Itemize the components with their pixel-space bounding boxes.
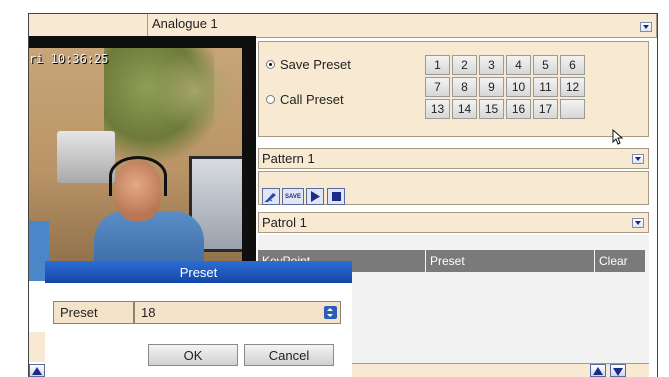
preset-button-3[interactable]: 3 [479, 55, 504, 75]
top-left-strip [29, 14, 147, 36]
preset-button-9[interactable]: 9 [479, 77, 504, 97]
video-frame-top [29, 36, 256, 48]
select-arrows-icon[interactable] [324, 306, 337, 319]
play-icon[interactable] [306, 188, 324, 205]
patrol-select-value: Patrol 1 [262, 215, 307, 230]
save-preset-label: Save Preset [280, 57, 351, 72]
preset-button-10[interactable]: 10 [506, 77, 531, 97]
preset-button-4[interactable]: 4 [506, 55, 531, 75]
stop-icon[interactable] [327, 188, 345, 205]
video-headset [109, 156, 167, 196]
chevron-down-icon[interactable] [632, 218, 644, 228]
preset-button-17[interactable]: 17 [533, 99, 558, 119]
channel-select[interactable]: Analogue 1 [147, 14, 657, 38]
video-frame-right [242, 36, 256, 281]
ok-button[interactable]: OK [148, 344, 238, 366]
move-up-button[interactable] [590, 364, 606, 377]
preset-button-7[interactable]: 7 [425, 77, 450, 97]
preset-button-18[interactable] [560, 99, 585, 119]
camera-video-feed[interactable]: ri 10:36:25 [29, 36, 256, 281]
preset-button-15[interactable]: 15 [479, 99, 504, 119]
call-preset-option[interactable]: Call Preset [266, 92, 344, 107]
preset-button-12[interactable]: 12 [560, 77, 585, 97]
preset-button-2[interactable]: 2 [452, 55, 477, 75]
video-timestamp-osd: ri 10:36:25 [29, 52, 109, 66]
scroll-left-button[interactable] [29, 364, 45, 377]
preset-button-11[interactable]: 11 [533, 77, 558, 97]
save-pattern-button[interactable]: SAVE [282, 188, 304, 205]
video-printer [57, 131, 115, 183]
preset-number-select[interactable]: 18 [134, 301, 341, 324]
call-preset-label: Call Preset [280, 92, 344, 107]
preset-button-8[interactable]: 8 [452, 77, 477, 97]
dialog-title: Preset [45, 261, 352, 283]
edit-pattern-icon[interactable] [262, 188, 280, 205]
save-preset-radio[interactable] [266, 60, 275, 69]
preset-button-13[interactable]: 13 [425, 99, 450, 119]
preset-button-14[interactable]: 14 [452, 99, 477, 119]
preset-panel: Save Preset Call Preset 1 2 3 4 5 6 7 8 … [258, 41, 649, 137]
pattern-select[interactable]: Pattern 1 [258, 148, 649, 169]
preset-field-label: Preset [53, 301, 134, 324]
pattern-select-value: Pattern 1 [262, 151, 315, 166]
column-header-clear: Clear [595, 250, 645, 272]
cancel-button[interactable]: Cancel [244, 344, 334, 366]
channel-select-value: Analogue 1 [152, 16, 218, 31]
preset-button-16[interactable]: 16 [506, 99, 531, 119]
call-preset-radio[interactable] [266, 95, 275, 104]
patrol-select[interactable]: Patrol 1 [258, 212, 649, 233]
preset-button-5[interactable]: 5 [533, 55, 558, 75]
column-header-preset: Preset [426, 250, 594, 272]
chevron-down-icon[interactable] [640, 22, 652, 32]
preset-number-grid: 1 2 3 4 5 6 7 8 9 10 11 12 13 14 15 16 1… [425, 55, 585, 119]
preset-dialog: Preset Preset 18 OK Cancel [45, 261, 352, 376]
mouse-pointer-icon [612, 128, 624, 148]
chevron-down-icon[interactable] [632, 154, 644, 164]
left-lower-strip [29, 332, 45, 362]
preset-button-6[interactable]: 6 [560, 55, 585, 75]
video-plant-2 [159, 46, 229, 136]
preset-number-value: 18 [141, 305, 156, 320]
save-preset-option[interactable]: Save Preset [266, 57, 351, 72]
preset-button-1[interactable]: 1 [425, 55, 450, 75]
move-down-button[interactable] [610, 364, 626, 377]
